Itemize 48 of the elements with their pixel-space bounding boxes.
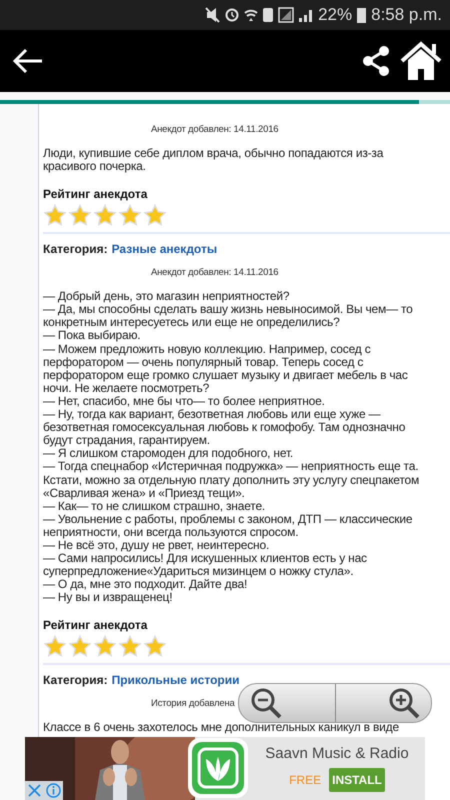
star-rating[interactable] — [43, 635, 167, 658]
close-button[interactable] — [25, 781, 44, 800]
close-icon — [28, 784, 41, 797]
back-arrow-icon[interactable] — [12, 47, 44, 75]
joke-text: — Можем предложить новую коллекцию. Например, сосед с перфоратором — очень популярный товар. Теперь сосед с перфоратором еще громко слушает музыку и двигает мебель в час ночи. Не желаете посмотреть? — [43, 342, 409, 395]
joke-text: — Я слишком старомоден для подобного, нет. — [43, 447, 294, 460]
rating-label: Рейтинг анекдота — [43, 618, 148, 632]
joke-text: — Нет, спасибо, мне бы что— то более неприятное. — [43, 394, 326, 408]
ad-title: Saavn Music & Radio — [265, 745, 409, 762]
joke-text: — Увольнение с работы, проблемы с законом, ДТП — классические неприятности, они всегда пользуются спросом. — [43, 512, 414, 539]
joke-text: — Не всё это, душу не рвет, неинтересно. — [43, 538, 270, 552]
date-added: Анекдот добавлен: 14.11.2016 — [151, 124, 278, 135]
joke-text: Люди, купившие себе диплом врача, обычно попадаются из-за красивого почерка. — [43, 147, 384, 174]
star-rating[interactable] — [43, 204, 167, 228]
date-added: История добавлена — [151, 698, 235, 710]
joke-text: — О да, мне это подходит. Дайте два! — [43, 578, 248, 592]
joke-text: — Да, мы способны сделать вашу жизнь невыносимой. Вы чем— то конкретным интересуетесь или еще не определились? — [43, 303, 414, 330]
joke-text: — Добрый день, это магазин неприятностей? — [43, 290, 290, 304]
joke-text: Классе в 6 очень захотелось мне дополнительных каникул в виде — [43, 721, 400, 735]
signal-bars-icon — [299, 8, 314, 22]
battery-icon — [357, 7, 366, 23]
signal-box-icon — [278, 7, 294, 23]
clock: 8:58 p.m. — [371, 5, 442, 25]
mute-icon — [205, 7, 220, 23]
share-icon[interactable] — [362, 45, 390, 77]
joke-text: — Пока выбираю. — [43, 329, 140, 343]
joke-text: — Как— то не слишком страшно, знаете. — [43, 500, 266, 513]
install-button[interactable]: INSTALL — [329, 768, 385, 792]
joke-text: — Тогда спецнабор «Истеричная подружка» — неприятность еще та. Кстати, можно за отдельную плату дополнить эту услугу спецпакетом «Сварливая жена» и «Приезд тещи». — [43, 460, 420, 500]
zoom-in-icon — [387, 686, 421, 720]
zoom-out-icon — [249, 686, 283, 720]
info-icon — [46, 783, 61, 798]
joke-text: — Сами напросились! Для искушенных клиентов есть у нас суперпредложение«Удариться мизинцем о ножку стула». — [43, 552, 368, 578]
rating-label: Рейтинг анекдота — [43, 187, 148, 202]
joke-text: — Ну, тогда как вариант, безответная любовь или еще хуже — безответная гомосексуальная любовь к гомофобу. Там однозначно будут страдания, гарантируем. — [43, 408, 406, 448]
wifi-icon — [244, 8, 258, 22]
info-button[interactable] — [44, 781, 63, 800]
date-added: Анекдот добавлен: 14.11.2016 — [151, 267, 278, 278]
alarm-icon — [225, 8, 240, 22]
category-label: Категория: — [43, 673, 108, 688]
category-link[interactable]: Разные анекдоты — [112, 242, 218, 256]
price-label: FREE — [289, 773, 322, 787]
home-icon[interactable] — [400, 41, 442, 81]
joke-text: — Ну вы и извращенец! — [43, 591, 172, 604]
category-label: Категория: — [43, 242, 108, 256]
category-link[interactable]: Прикольные истории — [112, 673, 240, 688]
battery-percent: 22% — [318, 5, 352, 25]
sim-card-icon — [263, 8, 274, 22]
